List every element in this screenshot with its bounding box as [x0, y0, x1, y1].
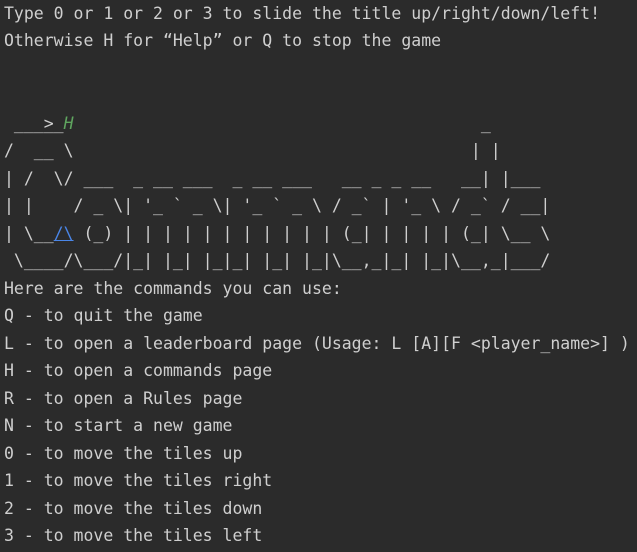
help-header: Here are the commands you can use:: [4, 279, 342, 298]
command-item: 3 - to move the tiles left: [4, 526, 263, 545]
command-item: H - to open a commands page: [4, 361, 273, 380]
ascii-art-line-6: \____/\___/|_| |_| |_|_| |_| |_|\__,_|_|…: [4, 251, 551, 270]
command-item: N - to start a new game: [4, 416, 233, 435]
command-item: R - to open a Rules page: [4, 389, 243, 408]
command-item: Q - to quit the game: [4, 306, 203, 325]
command-item: 1 - to move the tiles right: [4, 471, 273, 490]
terminal-output[interactable]: Type 0 or 1 or 2 or 3 to slide the title…: [0, 0, 637, 552]
command-item: 0 - to move the tiles up: [4, 444, 243, 463]
command-prompt[interactable]: > H: [4, 82, 74, 133]
ascii-art-line-1: _____ _: [4, 114, 491, 133]
instruction-line-2: Otherwise H for “Help” or Q to stop the …: [4, 31, 442, 50]
ascii-art-line-5-start: | \__: [4, 224, 54, 243]
command-item: 2 - to move the tiles down: [4, 499, 263, 518]
instruction-line-1: Type 0 or 1 or 2 or 3 to slide the title…: [4, 4, 601, 23]
ascii-art-line-5-end: (_) | | | | | | | | | | | (_| | | | | (_…: [73, 224, 551, 243]
ascii-art-line-5: | \__/\ (_) | | | | | | | | | | | (_| | …: [4, 220, 550, 248]
ascii-art-line-3: | / \/ ___ _ __ ___ _ __ ___ __ _ _ __ _…: [4, 169, 541, 188]
ascii-art-line-4: | | / _ \| '_ ` _ \| '_ ` _ \ / _` | '_ …: [4, 196, 551, 215]
ascii-art-line-2: / __ \ | |: [4, 141, 501, 160]
ascii-art-link[interactable]: /\: [54, 224, 74, 243]
command-item: L - to open a leaderboard page (Usage: L…: [4, 334, 630, 353]
